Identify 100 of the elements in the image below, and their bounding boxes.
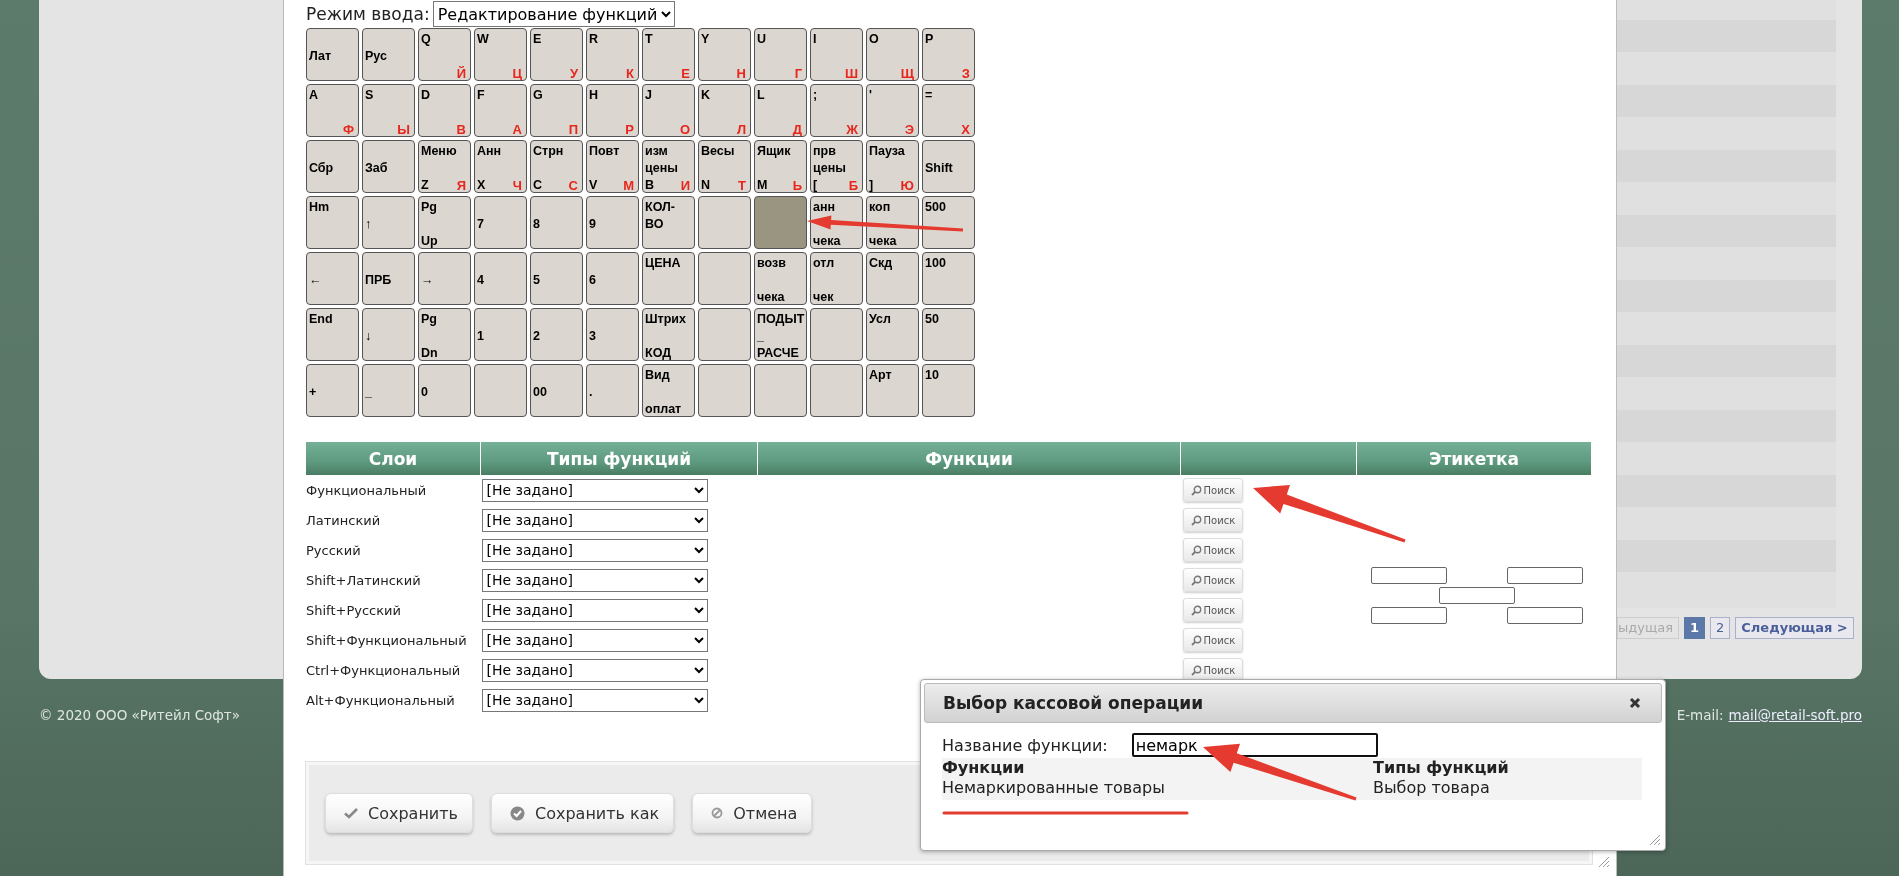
keyboard-key[interactable]: КОЛ- ВО: [642, 196, 695, 249]
keyboard-key[interactable]: Повт V М: [586, 140, 639, 193]
keyboard-key[interactable]: Pg Dn: [418, 308, 471, 361]
keyboard-key[interactable]: 2: [530, 308, 583, 361]
function-name-field[interactable]: немарк: [1131, 733, 1378, 757]
keyboard-key[interactable]: коп чека: [866, 196, 919, 249]
function-type-select[interactable]: [Не задано]: [481, 598, 708, 622]
keyboard-key[interactable]: .: [586, 364, 639, 417]
keyboard-key[interactable]: I Ш: [810, 28, 863, 81]
keyboard-key[interactable]: 50: [922, 308, 975, 361]
search-button[interactable]: Поиск: [1182, 538, 1244, 562]
email-link[interactable]: mail@retail-soft.pro: [1728, 707, 1862, 723]
label-slot-field[interactable]: [1506, 566, 1583, 584]
keyboard-key[interactable]: 7: [474, 196, 527, 249]
action-button[interactable]: Сохранить как: [491, 793, 675, 833]
keyboard-key[interactable]: A Ф: [306, 84, 359, 137]
keyboard-key[interactable]: Заб: [362, 140, 415, 193]
label-slot-field[interactable]: [1370, 566, 1447, 584]
function-type-select[interactable]: [Не задано]: [481, 478, 708, 502]
search-button[interactable]: Поиск: [1182, 508, 1244, 532]
keyboard-key[interactable]: Арт: [866, 364, 919, 417]
close-icon[interactable]: [1629, 697, 1641, 709]
keyboard-key[interactable]: ←: [306, 252, 359, 305]
keyboard-key[interactable]: Стрн C С: [530, 140, 583, 193]
keyboard-key[interactable]: Лат: [306, 28, 359, 81]
search-button[interactable]: Поиск: [1182, 658, 1244, 682]
keyboard-key[interactable]: Ящик M Ь: [754, 140, 807, 193]
results-cell[interactable]: Немаркированные товары: [942, 778, 1373, 798]
label-slot-field[interactable]: [1370, 606, 1447, 624]
keyboard-key[interactable]: [810, 364, 863, 417]
keyboard-key[interactable]: [754, 364, 807, 417]
action-button[interactable]: Сохранить: [325, 793, 473, 833]
keyboard-key[interactable]: прв цены [ Б: [810, 140, 863, 193]
search-button[interactable]: Поиск: [1182, 598, 1244, 622]
keyboard-key[interactable]: Shift: [922, 140, 975, 193]
keyboard-key[interactable]: K Л: [698, 84, 751, 137]
function-type-select[interactable]: [Не задано]: [481, 568, 708, 592]
keyboard-key[interactable]: Y Н: [698, 28, 751, 81]
keyboard-key[interactable]: →: [418, 252, 471, 305]
keyboard-key[interactable]: возв чека: [754, 252, 807, 305]
results-cell[interactable]: Выбор товара: [1373, 778, 1642, 798]
keyboard-key[interactable]: ; Ж: [810, 84, 863, 137]
function-type-select[interactable]: [Не задано]: [481, 538, 708, 562]
keyboard-key[interactable]: Усл: [866, 308, 919, 361]
keyboard-key[interactable]: Скд: [866, 252, 919, 305]
page-link[interactable]: 1: [1684, 617, 1706, 639]
keyboard-key[interactable]: +: [306, 364, 359, 417]
keyboard-key[interactable]: 9: [586, 196, 639, 249]
keyboard-key[interactable]: O Щ: [866, 28, 919, 81]
keyboard-key[interactable]: Рус: [362, 28, 415, 81]
function-type-select[interactable]: [Не задано]: [481, 628, 708, 652]
keyboard-key[interactable]: ' Э: [866, 84, 919, 137]
keyboard-key[interactable]: [698, 364, 751, 417]
keyboard-key[interactable]: R К: [586, 28, 639, 81]
keyboard-key[interactable]: H Р: [586, 84, 639, 137]
keyboard-key[interactable]: Весы N Т: [698, 140, 751, 193]
keyboard-key[interactable]: J О: [642, 84, 695, 137]
keyboard-key[interactable]: [698, 252, 751, 305]
keyboard-key[interactable]: W Ц: [474, 28, 527, 81]
keyboard-key[interactable]: [698, 196, 751, 249]
input-mode-select[interactable]: Редактирование функций: [432, 1, 675, 27]
keyboard-key[interactable]: _: [362, 364, 415, 417]
keyboard-key[interactable]: 1: [474, 308, 527, 361]
keyboard-key[interactable]: ПОДЫТ _ РАСЧЕ: [754, 308, 807, 361]
keyboard-key[interactable]: F А: [474, 84, 527, 137]
keyboard-key[interactable]: Штрих КОД: [642, 308, 695, 361]
function-type-select[interactable]: [Не задано]: [481, 508, 708, 532]
page-link[interactable]: 2: [1710, 617, 1731, 639]
keyboard-key[interactable]: 00: [530, 364, 583, 417]
keyboard-key[interactable]: L Д: [754, 84, 807, 137]
next-page-link[interactable]: Следующая >: [1735, 617, 1854, 639]
keyboard-key[interactable]: D В: [418, 84, 471, 137]
label-slot-field[interactable]: [1506, 606, 1583, 624]
keyboard-key[interactable]: Сбр: [306, 140, 359, 193]
keyboard-key[interactable]: Вид оплат: [642, 364, 695, 417]
keyboard-key[interactable]: 4: [474, 252, 527, 305]
keyboard-key[interactable]: Q Й: [418, 28, 471, 81]
keyboard-key[interactable]: [698, 308, 751, 361]
keyboard-key[interactable]: 8: [530, 196, 583, 249]
function-type-select[interactable]: [Не задано]: [481, 658, 708, 682]
keyboard-key[interactable]: Pg Up: [418, 196, 471, 249]
search-button[interactable]: Поиск: [1182, 568, 1244, 592]
keyboard-key[interactable]: 0: [418, 364, 471, 417]
keyboard-key[interactable]: 500: [922, 196, 975, 249]
keyboard-key[interactable]: 10: [922, 364, 975, 417]
keyboard-key[interactable]: S Ы: [362, 84, 415, 137]
keyboard-key[interactable]: = Х: [922, 84, 975, 137]
action-button[interactable]: Отмена: [692, 793, 813, 833]
keyboard-key[interactable]: U Г: [754, 28, 807, 81]
keyboard-key[interactable]: Меню Z Я: [418, 140, 471, 193]
keyboard-key[interactable]: Hm: [306, 196, 359, 249]
keyboard-key[interactable]: 6: [586, 252, 639, 305]
keyboard-key[interactable]: 3: [586, 308, 639, 361]
label-slot-field[interactable]: [1438, 586, 1515, 604]
keyboard-key[interactable]: [754, 196, 807, 249]
function-type-select[interactable]: [Не задано]: [481, 688, 708, 712]
keyboard-key[interactable]: ЦЕНА: [642, 252, 695, 305]
keyboard-key[interactable]: Анн X Ч: [474, 140, 527, 193]
keyboard-key[interactable]: [810, 308, 863, 361]
keyboard-key[interactable]: Пауза ] Ю: [866, 140, 919, 193]
